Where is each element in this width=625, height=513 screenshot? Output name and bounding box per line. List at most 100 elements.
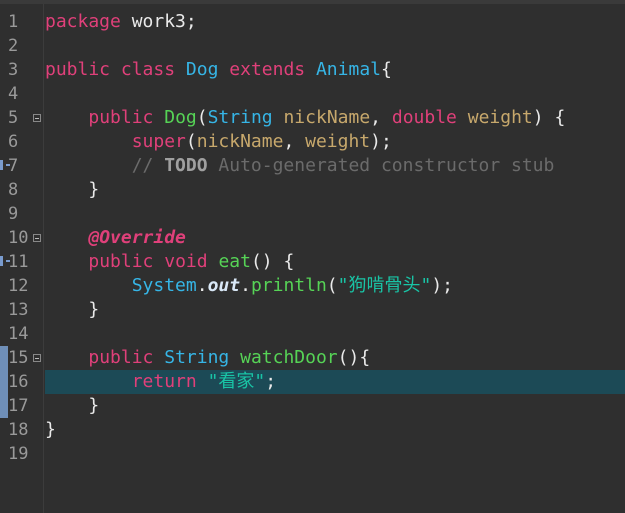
code-token: } [45, 179, 100, 200]
code-token: eat [218, 251, 251, 272]
line-number: 10 [8, 228, 29, 248]
line-number: 2 [8, 36, 19, 56]
line-number: 7 [8, 156, 19, 176]
code-token: work3; [120, 11, 197, 32]
code-line[interactable]: } [45, 178, 99, 202]
line-number: 13 [8, 300, 29, 320]
code-token: ) { [532, 107, 566, 128]
code-line[interactable]: } [45, 418, 56, 442]
code-token: public [45, 59, 111, 80]
line-number: 11 [8, 252, 29, 272]
code-token: Auto-generated constructor stub [207, 155, 555, 176]
code-token: String [207, 107, 273, 128]
code-line[interactable]: public Dog(String nickName, double weigh… [45, 106, 565, 130]
line-number: 12 [8, 276, 29, 296]
code-token: nickName [196, 131, 284, 152]
code-token: public [88, 107, 154, 128]
line-number: 18 [8, 420, 29, 440]
code-line[interactable]: // TODO Auto-generated constructor stub [45, 154, 555, 178]
code-token: println [250, 275, 327, 296]
code-token: ; [265, 371, 277, 392]
code-token: , [283, 131, 306, 152]
code-token: // [131, 155, 165, 176]
task-marker-icon[interactable] [0, 160, 11, 170]
code-token: public [88, 347, 154, 368]
code-token: void [164, 251, 208, 272]
code-token: weight [467, 107, 533, 128]
code-token: { [381, 59, 392, 80]
code-token: ( [185, 131, 197, 152]
line-number: 15 [8, 348, 29, 368]
code-token: double [391, 107, 457, 128]
code-token: out [207, 275, 241, 296]
code-token: Animal [315, 59, 381, 80]
line-number: 14 [8, 324, 29, 344]
code-token: ( [326, 275, 338, 296]
code-line[interactable]: } [45, 394, 99, 418]
code-token: weight [305, 131, 371, 152]
fold-toggle-icon[interactable] [33, 354, 41, 362]
code-token: @Override [88, 227, 186, 248]
code-editor[interactable]: 1 2 3 4 5 6 7 8 9 10 11 12 13 14 15 16 17 18 19 package wo… [0, 0, 625, 513]
code-line[interactable]: } [45, 298, 99, 322]
code-token: nickName [283, 107, 371, 128]
line-number: 1 [8, 12, 19, 32]
code-token: package [45, 11, 121, 32]
override-marker-icon[interactable] [0, 256, 11, 266]
code-token: System [131, 275, 197, 296]
code-line[interactable]: return "看家"; [45, 370, 276, 394]
code-line[interactable]: super(nickName, weight); [45, 130, 392, 154]
line-number: 19 [8, 444, 29, 464]
code-token: return [131, 371, 197, 392]
code-line[interactable]: @Override [45, 226, 186, 250]
code-token: String [164, 347, 230, 368]
line-number-gutter[interactable]: 1 2 3 4 5 6 7 8 9 10 11 12 13 14 15 16 17 18 19 [0, 4, 44, 513]
code-token: (){ [337, 347, 371, 368]
code-token: ( [196, 107, 208, 128]
code-token: TODO [164, 155, 208, 176]
code-line[interactable]: public void eat() { [45, 250, 294, 274]
code-token: } [45, 419, 56, 440]
changed-lines-marker [0, 346, 8, 418]
code-area[interactable]: package work3; public class Dog extends A… [45, 4, 625, 513]
line-number: 9 [8, 204, 19, 224]
code-token: class [120, 59, 176, 80]
code-token: watchDoor [240, 347, 338, 368]
line-number: 6 [8, 132, 19, 152]
line-number: 16 [8, 372, 29, 392]
fold-toggle-icon[interactable] [33, 234, 41, 242]
code-token: ); [431, 275, 454, 296]
line-number: 5 [8, 108, 19, 128]
code-token: , [370, 107, 392, 128]
code-token: Dog [164, 107, 197, 128]
code-line[interactable]: package work3; [45, 10, 197, 34]
code-token: super [131, 131, 186, 152]
code-token: ); [370, 131, 392, 152]
code-line[interactable]: public String watchDoor(){ [45, 346, 370, 370]
code-token: Dog [185, 59, 219, 80]
code-line[interactable]: System.out.println("狗啃骨头"); [45, 274, 453, 298]
fold-toggle-icon[interactable] [33, 114, 41, 122]
code-line[interactable]: public class Dog extends Animal{ [45, 58, 392, 82]
code-token: } [45, 395, 100, 416]
code-token: . [196, 275, 208, 296]
